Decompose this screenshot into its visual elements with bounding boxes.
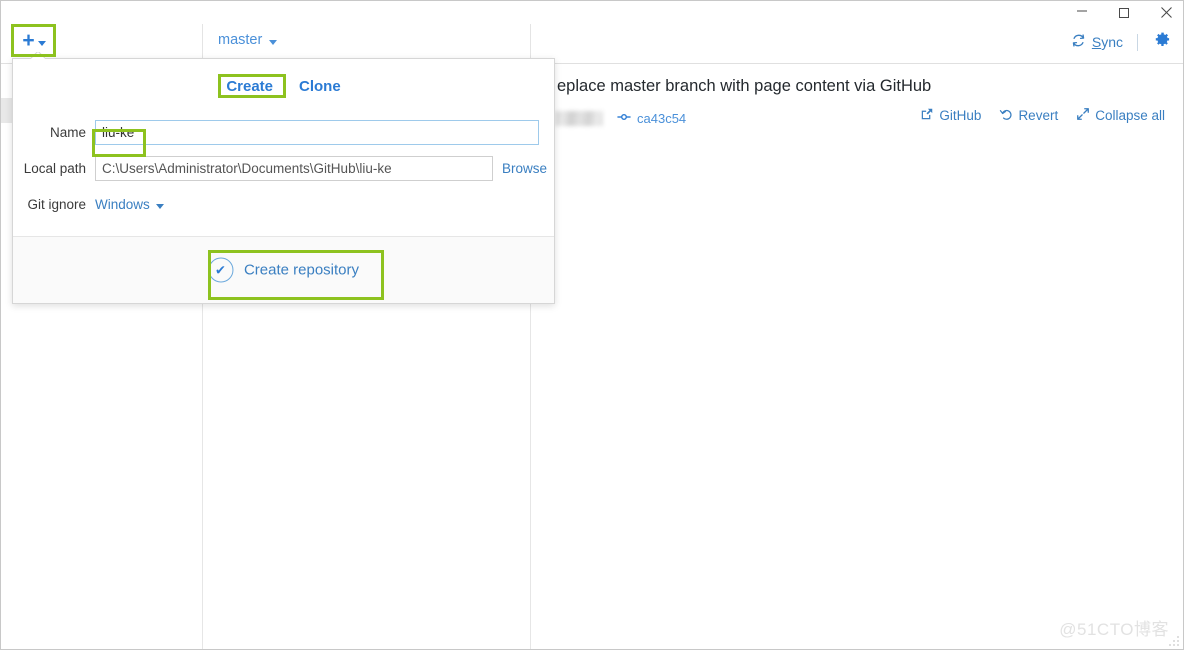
- window-controls: [1071, 1, 1177, 24]
- toolbar-separator: [1137, 33, 1138, 51]
- commit-title: eplace master branch with page content v…: [557, 77, 932, 95]
- sync-button[interactable]: Sync: [1071, 33, 1123, 51]
- watermark: @51CTO博客: [1059, 620, 1169, 639]
- revert-link-label: Revert: [1018, 108, 1059, 123]
- undo-arrow-icon: [999, 107, 1013, 124]
- branch-selector[interactable]: master: [218, 32, 278, 48]
- chevron-down-icon: [269, 39, 278, 45]
- form-row-git-ignore: Git ignore Windows: [13, 191, 554, 217]
- commit-hash[interactable]: ca43c54: [617, 110, 686, 127]
- add-repository-popover: Create Clone Name Local path Browse Git …: [12, 58, 555, 304]
- name-label: Name: [49, 124, 86, 140]
- minimize-icon[interactable]: [1071, 1, 1093, 26]
- plus-icon: +: [22, 28, 35, 52]
- maximize-icon[interactable]: [1113, 3, 1135, 23]
- toolbar-actions: Sync: [1071, 30, 1171, 54]
- create-repository-button[interactable]: ✔ Create repository: [200, 254, 367, 287]
- chevron-down-icon: [155, 203, 164, 209]
- git-ignore-label: Git ignore: [27, 196, 86, 212]
- gear-icon: [1152, 30, 1171, 54]
- sync-label: Sync: [1091, 34, 1123, 50]
- commit-dot-icon: [617, 110, 631, 127]
- title-bar: [1, 1, 1183, 24]
- external-link-icon: [920, 107, 934, 124]
- popover-notch: [31, 52, 45, 59]
- github-desktop-window: + master Sync eplace master branch with …: [0, 0, 1184, 650]
- local-path-input[interactable]: [95, 155, 493, 181]
- browse-button[interactable]: Browse: [502, 161, 547, 176]
- add-repository-button[interactable]: +: [15, 28, 53, 54]
- popover-tabs: Create Clone: [13, 76, 554, 97]
- form-row-local-path: Local path Browse: [13, 155, 554, 181]
- github-link-label: GitHub: [939, 108, 982, 123]
- commit-actions: GitHub Revert Collapse all: [920, 107, 1165, 124]
- collapse-all-link[interactable]: Collapse all: [1076, 107, 1165, 124]
- local-path-label: Local path: [23, 160, 86, 176]
- repository-name-input[interactable]: [95, 119, 539, 145]
- create-repository-form: Name Local path Browse Git ignore Window…: [13, 119, 554, 227]
- collapse-arrows-icon: [1076, 107, 1090, 124]
- commit-detail-panel: eplace master branch with page content v…: [531, 63, 1183, 138]
- commit-hash-label: ca43c54: [637, 110, 687, 126]
- form-row-name: Name: [13, 119, 554, 145]
- collapse-all-label: Collapse all: [1095, 108, 1165, 123]
- branch-name-label: master: [218, 32, 263, 48]
- settings-button[interactable]: [1152, 30, 1171, 54]
- commit-meta: 2 ca43c54: [537, 107, 686, 129]
- avatar: [555, 110, 603, 126]
- tab-clone[interactable]: Clone: [297, 76, 343, 97]
- popover-footer: ✔ Create repository: [13, 236, 554, 303]
- git-ignore-select[interactable]: Windows: [95, 197, 164, 212]
- sync-refresh-icon: [1071, 33, 1086, 51]
- git-ignore-value: Windows: [95, 196, 150, 212]
- github-link[interactable]: GitHub: [920, 107, 981, 124]
- close-icon[interactable]: [1155, 3, 1177, 23]
- check-circle-icon: ✔: [207, 257, 233, 283]
- revert-link[interactable]: Revert: [999, 107, 1058, 124]
- chevron-down-icon: [37, 40, 46, 46]
- create-repository-label: Create repository: [243, 261, 360, 279]
- tab-create[interactable]: Create: [224, 76, 275, 97]
- resize-grip-icon[interactable]: [1168, 634, 1180, 646]
